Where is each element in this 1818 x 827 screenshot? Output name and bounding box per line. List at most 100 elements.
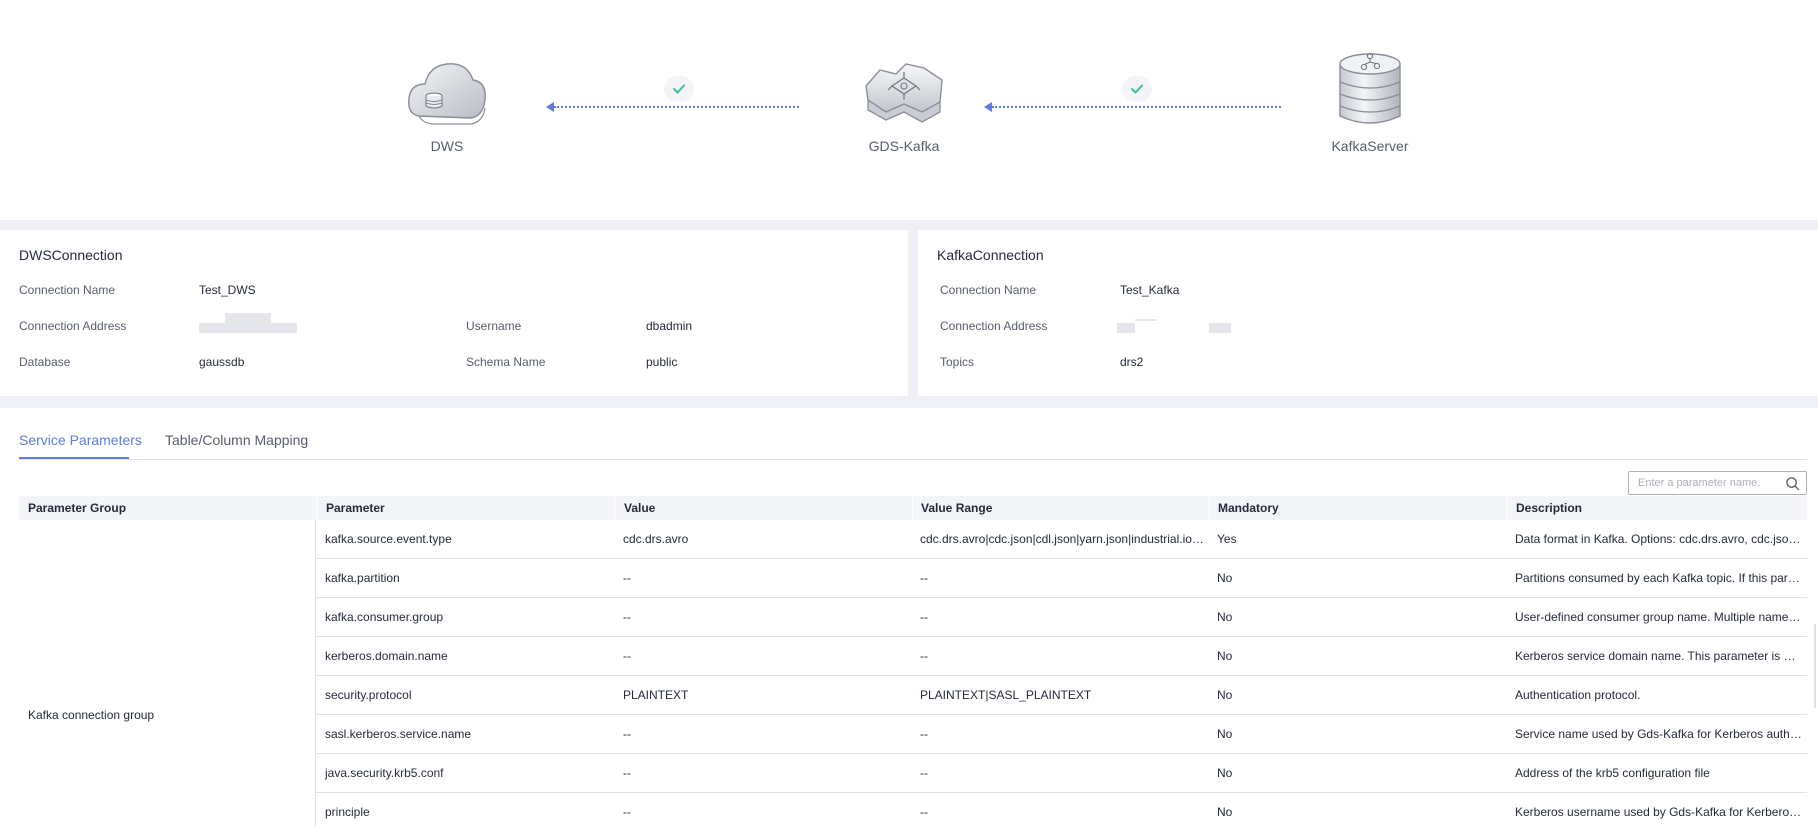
node-kafka-server[interactable]: KafkaServer xyxy=(1326,50,1414,154)
parameter-search xyxy=(1628,471,1807,495)
cell-parameter: kafka.consumer.group xyxy=(325,610,444,624)
kafka-connection-address-masked xyxy=(1117,319,1231,335)
service-parameters-table: Parameter Group Parameter Value Value Ra… xyxy=(19,496,1807,827)
cell-description: Authentication protocol. xyxy=(1515,688,1641,702)
cell-parameter: security.protocol xyxy=(325,688,412,702)
check-icon xyxy=(673,84,685,94)
table-row[interactable]: java.security.krb5.conf -- -- No Address… xyxy=(316,754,1807,793)
cell-value: -- xyxy=(623,610,631,624)
dws-username-label: Username xyxy=(466,319,522,333)
node-label-dws: DWS xyxy=(430,138,464,154)
cell-description: Service name used by Gds-Kafka for Kerbe… xyxy=(1515,727,1802,741)
redaction-block xyxy=(225,313,271,323)
tab-table-column-mapping[interactable]: Table/Column Mapping xyxy=(165,432,308,448)
table-header: Parameter Group Parameter Value Value Ra… xyxy=(19,496,1807,520)
dws-schema-name-value: public xyxy=(646,355,678,369)
table-row[interactable]: kafka.partition -- -- No Partitions cons… xyxy=(316,559,1807,598)
table-row[interactable]: sasl.kerberos.service.name -- -- No Serv… xyxy=(316,715,1807,754)
cell-value-range: PLAINTEXT|SASL_PLAINTEXT xyxy=(920,688,1092,702)
dws-connection-card: DWSConnection Connection Name Test_DWS C… xyxy=(0,230,908,396)
topology-diagram: DWS GDS-Kafka KafkaServer xyxy=(0,0,1818,220)
redaction-block xyxy=(1209,323,1231,333)
cell-value-range: -- xyxy=(920,610,928,624)
cell-parameter: sasl.kerberos.service.name xyxy=(325,727,472,741)
arrow-head-icon xyxy=(546,102,554,112)
redaction-block xyxy=(1135,319,1157,321)
dws-connection-address-label: Connection Address xyxy=(19,319,127,333)
arrow-head-icon xyxy=(984,102,992,112)
section-divider xyxy=(0,396,1818,408)
link-status-gds-to-dws xyxy=(664,76,694,102)
table-row[interactable]: security.protocol PLAINTEXT PLAINTEXT|SA… xyxy=(316,676,1807,715)
parameter-group-cell: Kafka connection group xyxy=(19,520,316,827)
cell-parameter: kerberos.domain.name xyxy=(325,649,448,663)
cell-value-range: -- xyxy=(920,571,928,585)
table-row[interactable]: kafka.consumer.group -- -- No User-defin… xyxy=(316,598,1807,637)
cell-value: -- xyxy=(623,649,631,663)
column-header-value: Value xyxy=(624,501,656,515)
cell-value: PLAINTEXT xyxy=(623,688,689,702)
cell-value: -- xyxy=(623,571,631,585)
kafka-topics-label: Topics xyxy=(940,355,975,369)
dws-connection-title: DWSConnection xyxy=(19,247,123,263)
cell-value: -- xyxy=(623,727,631,741)
cell-value-range: -- xyxy=(920,766,928,780)
table-row[interactable]: kerberos.domain.name -- -- No Kerberos s… xyxy=(316,637,1807,676)
kafka-connection-card: KafkaConnection Connection Name Test_Kaf… xyxy=(918,230,1818,396)
redaction-block xyxy=(1117,323,1135,333)
cell-mandatory: No xyxy=(1217,610,1233,624)
search-icon[interactable] xyxy=(1785,476,1800,491)
database-cylinder-icon xyxy=(1339,52,1401,124)
parameter-tabs: Service Parameters Table/Column Mapping xyxy=(0,420,1818,460)
kafka-connection-name-label: Connection Name xyxy=(940,283,1037,297)
node-gds-kafka[interactable]: GDS-Kafka xyxy=(856,60,952,154)
parameter-search-input[interactable] xyxy=(1629,472,1779,494)
node-label-gds-kafka: GDS-Kafka xyxy=(868,138,940,154)
cell-parameter: kafka.source.event.type xyxy=(325,532,452,546)
check-icon xyxy=(1131,84,1143,94)
dws-connection-name-label: Connection Name xyxy=(19,283,116,297)
link-arrow-kafka-to-gds xyxy=(984,102,1281,112)
cell-value-range: cdc.drs.avro|cdc.json|cdl.json|yarn.json… xyxy=(920,532,1207,546)
table-row[interactable]: principle -- -- No Kerberos username use… xyxy=(316,793,1807,827)
kafka-connection-name-value: Test_Kafka xyxy=(1120,283,1180,297)
cell-value: cdc.drs.avro xyxy=(623,532,689,546)
column-header-description: Description xyxy=(1516,501,1583,515)
tabs-divider xyxy=(19,459,1807,460)
scrollbar[interactable] xyxy=(1814,624,1816,708)
cell-description: User-defined consumer group name. Multip… xyxy=(1515,610,1802,624)
redaction-block xyxy=(199,323,297,333)
cell-description: Data format in Kafka. Options: cdc.drs.a… xyxy=(1515,532,1802,546)
gds-kafka-service-icon xyxy=(865,63,943,123)
cell-parameter: kafka.partition xyxy=(325,571,400,585)
cell-description: Kerberos service domain name. This param… xyxy=(1515,649,1802,663)
kafka-connection-address-label: Connection Address xyxy=(940,319,1048,333)
node-dws[interactable]: DWS xyxy=(403,58,491,154)
parameter-group-label: Kafka connection group xyxy=(28,708,155,722)
column-header-value-range: Value Range xyxy=(921,501,993,515)
tab-service-parameters[interactable]: Service Parameters xyxy=(19,432,142,448)
cell-value-range: -- xyxy=(920,805,928,819)
cell-mandatory: No xyxy=(1217,766,1233,780)
cell-value: -- xyxy=(623,766,631,780)
dws-username-value: dbadmin xyxy=(646,319,693,333)
cell-parameter: java.security.krb5.conf xyxy=(325,766,444,780)
column-header-parameter: Parameter xyxy=(326,501,385,515)
dws-database-label: Database xyxy=(19,355,71,369)
cell-description: Address of the krb5 configuration file xyxy=(1515,766,1710,780)
column-header-mandatory: Mandatory xyxy=(1218,501,1279,515)
dws-database-value: gaussdb xyxy=(199,355,245,369)
cell-mandatory: No xyxy=(1217,571,1233,585)
dws-connection-address-masked xyxy=(199,313,297,333)
cell-value: -- xyxy=(623,805,631,819)
cloud-database-icon xyxy=(408,63,486,125)
cell-value-range: -- xyxy=(920,727,928,741)
link-status-kafka-to-gds xyxy=(1122,76,1152,102)
table-row[interactable]: kafka.source.event.type cdc.drs.avro cdc… xyxy=(316,520,1807,559)
active-tab-indicator xyxy=(19,457,129,459)
cell-mandatory: No xyxy=(1217,688,1233,702)
section-divider xyxy=(0,220,1818,230)
cell-parameter: principle xyxy=(325,805,370,819)
cell-value-range: -- xyxy=(920,649,928,663)
dws-connection-name-value: Test_DWS xyxy=(199,283,256,297)
